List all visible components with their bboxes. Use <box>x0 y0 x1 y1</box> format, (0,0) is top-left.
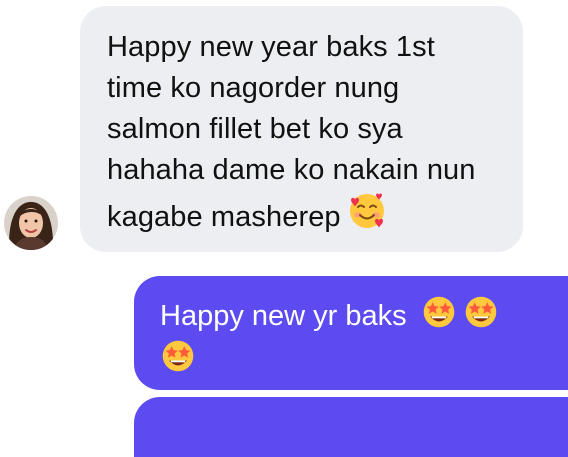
star-struck-icon <box>160 338 196 374</box>
star-struck-icon <box>463 294 499 330</box>
smiling-face-with-hearts-icon <box>347 191 387 231</box>
incoming-message-bubble[interactable]: Happy new year baks 1st time ko nagorder… <box>80 6 523 252</box>
outgoing-message-text: Happy new yr baks <box>160 294 554 382</box>
message-thread: Happy new year baks 1st time ko nagorder… <box>0 0 568 457</box>
incoming-message-text: Happy new year baks 1st time ko nagorder… <box>107 31 476 233</box>
avatar[interactable] <box>4 196 58 250</box>
star-struck-icon <box>421 294 457 330</box>
outgoing-message-bubble-partial[interactable] <box>134 397 568 457</box>
avatar-photo <box>4 196 58 250</box>
outgoing-message-bubble[interactable]: Happy new yr baks <box>134 276 568 390</box>
